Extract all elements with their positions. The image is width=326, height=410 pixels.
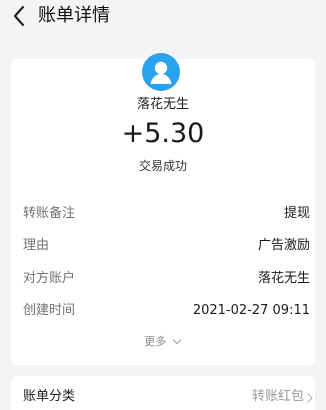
more-toggle[interactable]: 更多	[0, 334, 326, 350]
transaction-amount: +5.30	[121, 118, 205, 149]
avatar-silhouette-icon	[150, 61, 172, 84]
created-time-value: 2021-02-27 09:11	[192, 303, 310, 318]
chevron-left-icon[interactable]	[8, 3, 30, 29]
remark-label: 转账备注	[23, 206, 76, 221]
counterparty-label: 对方账户	[23, 271, 76, 286]
transaction-status: 交易成功	[138, 159, 187, 173]
chevron-down-icon	[172, 339, 181, 345]
reason-value: 广告激励	[257, 238, 310, 253]
created-time-label: 创建时间	[23, 303, 76, 318]
chevron-right-icon	[307, 393, 313, 403]
app-header: 账单详情	[0, 0, 326, 34]
counterparty-value: 落花无生	[257, 271, 310, 286]
reason-label: 理由	[23, 238, 50, 253]
user-avatar-icon	[142, 53, 180, 91]
bill-category-value: 转账红包	[251, 389, 304, 404]
bill-category-label: 账单分类	[23, 389, 76, 404]
remark-value: 提现	[283, 206, 310, 221]
page-title: 账单详情	[38, 5, 110, 26]
payer-name: 落花无生	[136, 97, 189, 112]
more-label: 更多	[144, 335, 167, 348]
